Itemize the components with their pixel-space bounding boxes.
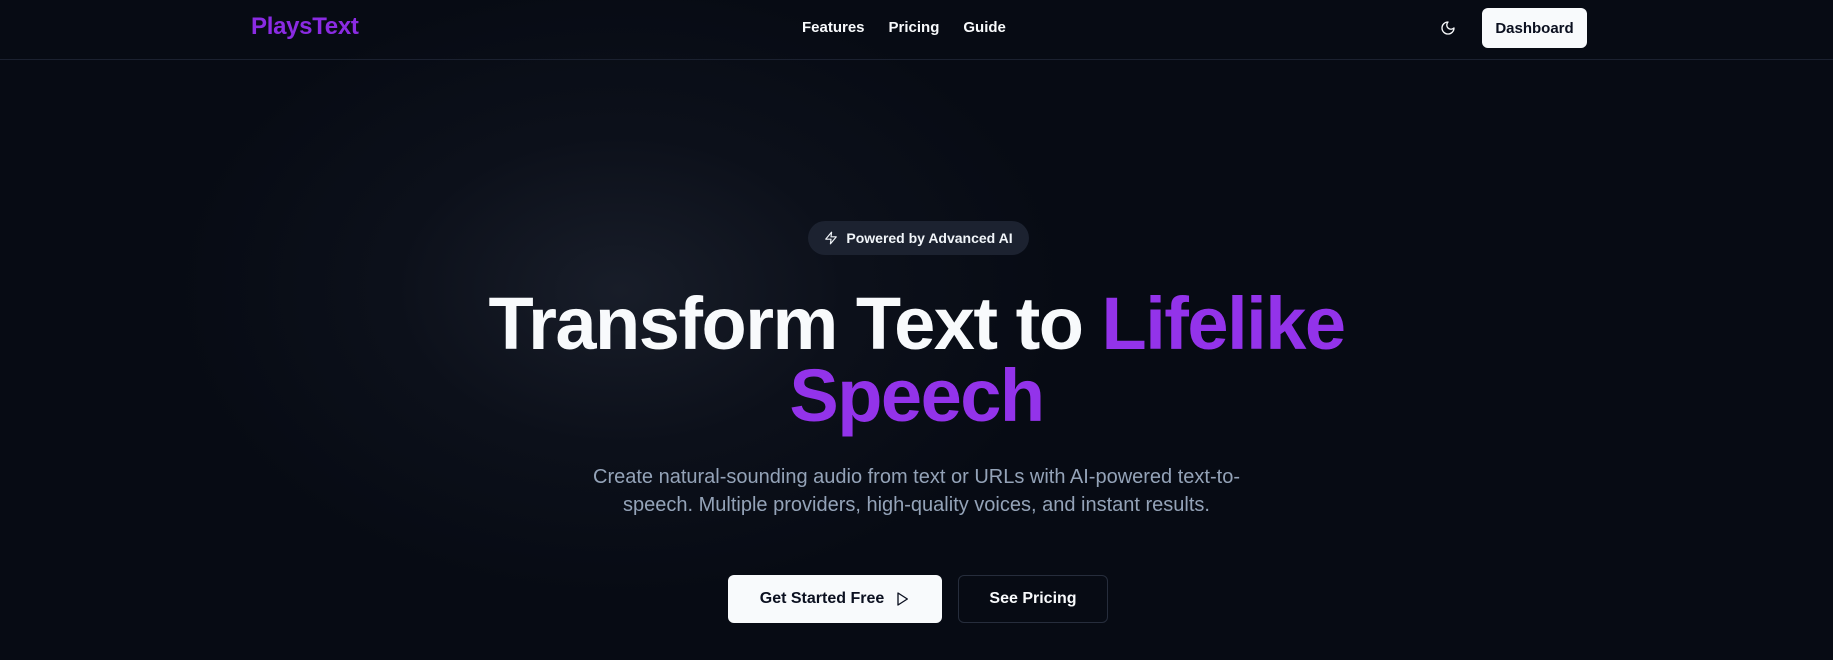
play-icon xyxy=(894,591,910,607)
get-started-button[interactable]: Get Started Free xyxy=(728,575,942,623)
headline-highlight-lifelike: Lifelike xyxy=(1101,282,1347,365)
lightning-icon xyxy=(824,231,838,245)
see-pricing-button[interactable]: See Pricing xyxy=(958,575,1108,623)
nav-pricing-link[interactable]: Pricing xyxy=(889,19,940,36)
nav-features-link[interactable]: Features xyxy=(802,19,865,36)
badge-text: Powered by Advanced AI xyxy=(846,230,1013,246)
theme-toggle-button[interactable] xyxy=(1436,16,1460,40)
dashboard-button[interactable]: Dashboard xyxy=(1482,8,1587,48)
powered-by-badge: Powered by Advanced AI xyxy=(808,221,1029,255)
top-navbar: PlaysText Features Pricing Guide Dashboa… xyxy=(0,0,1833,60)
logo[interactable]: PlaysText xyxy=(251,13,359,41)
hero-headline: Transform Text to Lifelike Speech xyxy=(0,287,1833,433)
moon-icon xyxy=(1440,20,1456,36)
headline-plain-text: Transform Text to xyxy=(488,282,1102,365)
get-started-label: Get Started Free xyxy=(759,590,885,607)
headline-highlight-speech: Speech xyxy=(789,354,1045,437)
hero-subtitle: Create natural-sounding audio from text … xyxy=(593,466,1240,516)
nav-guide-link[interactable]: Guide xyxy=(963,19,1006,36)
main-nav: Features Pricing Guide xyxy=(802,19,1006,36)
